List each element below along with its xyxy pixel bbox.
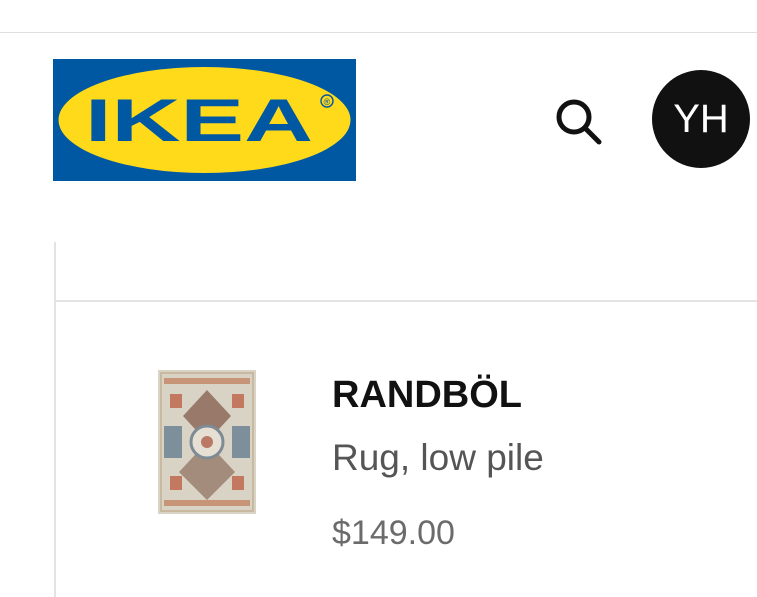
top-divider	[0, 32, 757, 33]
panel-header-divider	[56, 300, 757, 302]
product-description: Rug, low pile	[332, 437, 544, 478]
user-avatar[interactable]: YH	[652, 70, 750, 168]
product-card[interactable]: RANDBÖL Rug, low pile $149.00	[156, 368, 756, 568]
product-price: $149.00	[332, 514, 455, 552]
product-name[interactable]: RANDBÖL	[332, 373, 522, 417]
logo-wordmark: IKEA	[85, 87, 313, 154]
avatar-initials: YH	[673, 96, 729, 141]
logo-registered-mark: ®	[324, 97, 331, 107]
ikea-logo[interactable]: IKEA ®	[53, 59, 356, 181]
panel-left-border	[54, 242, 56, 597]
rug-thumbnail[interactable]	[156, 368, 258, 516]
search-icon[interactable]	[548, 92, 608, 152]
